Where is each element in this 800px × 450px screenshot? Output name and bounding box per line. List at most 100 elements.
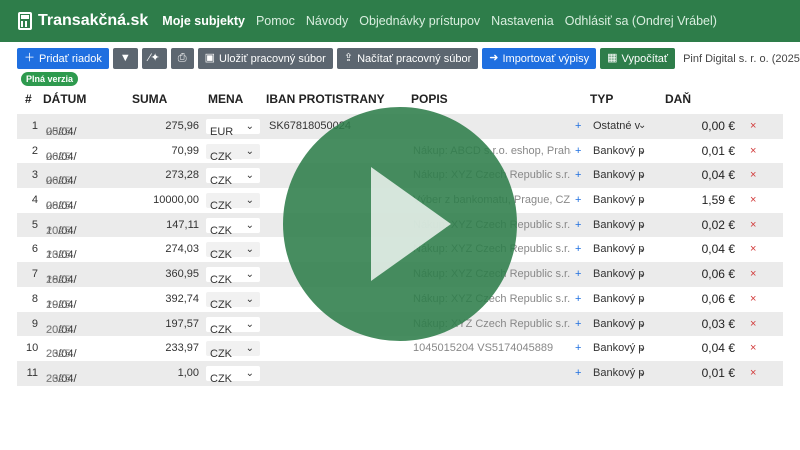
- amount-cell[interactable]: 274,03: [141, 243, 199, 255]
- amount-cell[interactable]: 233,97: [141, 342, 199, 354]
- currency-select[interactable]: CZK ⌄: [206, 242, 260, 261]
- chevron-down-icon: ⌄: [245, 195, 254, 207]
- add-note-icon[interactable]: +: [575, 367, 581, 379]
- header-description: POPIS: [411, 92, 448, 106]
- add-note-icon[interactable]: +: [575, 318, 581, 330]
- play-icon[interactable]: [283, 107, 517, 341]
- filter-button[interactable]: ▼: [112, 48, 138, 69]
- version-badge: Plná verzia: [21, 72, 79, 86]
- chevron-down-icon: ⌄: [638, 268, 647, 280]
- amount-cell[interactable]: 10000,00: [141, 194, 199, 206]
- add-note-icon[interactable]: +: [575, 120, 581, 132]
- add-note-icon[interactable]: +: [575, 194, 581, 206]
- tax-cell: 0,06 €: [701, 291, 735, 306]
- chevron-down-icon: ⌄: [638, 317, 647, 329]
- tax-cell: 0,04 €: [701, 168, 735, 183]
- add-note-icon[interactable]: +: [575, 243, 581, 255]
- amount-cell[interactable]: 360,95: [141, 268, 199, 280]
- header-type: TYP: [590, 92, 614, 106]
- row-number: 11: [26, 366, 38, 379]
- brand-name: Transakčná.sk: [38, 12, 149, 29]
- tax-cell: 1,59 €: [701, 193, 735, 208]
- add-row-button[interactable]: ＋ Pridať riadok: [17, 48, 109, 69]
- chevron-down-icon: ⌄: [245, 219, 254, 231]
- chevron-down-icon: ⌄: [638, 120, 647, 131]
- calculator-icon: [18, 12, 32, 30]
- delete-row-icon[interactable]: ×: [750, 219, 756, 231]
- nav-link-logout[interactable]: Odhlásiť sa (Ondrej Vrábel): [565, 14, 717, 28]
- save-file-button[interactable]: ▣ Uložiť pracovný súbor: [197, 48, 333, 69]
- printer-icon: ⎙: [177, 52, 187, 64]
- delete-row-icon[interactable]: ×: [750, 194, 756, 206]
- upload-icon: ⇪: [343, 52, 354, 64]
- currency-select[interactable]: CZK ⌄: [206, 143, 260, 163]
- delete-row-icon[interactable]: ×: [750, 318, 756, 330]
- nav-link-settings[interactable]: Nastavenia: [491, 14, 554, 28]
- row-number: 4: [31, 194, 38, 207]
- currency-select[interactable]: CZK ⌄: [206, 341, 260, 360]
- delete-row-icon[interactable]: ×: [750, 169, 756, 181]
- table-row: 11 23/04/2025 1,00 CZK ⌄ + Bankový p ⌄ 0,01 € ×: [17, 360, 783, 386]
- amount-cell[interactable]: 1,00: [141, 367, 199, 379]
- header-amount: SUMA: [132, 92, 168, 106]
- description-cell[interactable]: 1045015204 VS5174045889: [413, 342, 571, 354]
- print-button[interactable]: ⎙: [170, 48, 194, 69]
- currency-select[interactable]: CZK ⌄: [206, 316, 260, 336]
- brand[interactable]: Transakčná.sk: [18, 12, 148, 30]
- load-file-button[interactable]: ⇪ Načítať pracovný súbor: [336, 48, 479, 69]
- row-number: 9: [31, 317, 38, 330]
- chevron-down-icon: ⌄: [245, 367, 254, 379]
- currency-select[interactable]: CZK ⌄: [206, 365, 260, 385]
- tax-cell: 0,02 €: [701, 217, 735, 232]
- chevron-down-icon: ⌄: [638, 144, 647, 156]
- amount-cell[interactable]: 70,99: [141, 145, 199, 157]
- add-note-icon[interactable]: +: [575, 145, 581, 157]
- chevron-down-icon: ⌄: [638, 366, 647, 378]
- tax-cell: 0,00 €: [701, 119, 735, 133]
- row-number: 10: [26, 342, 39, 355]
- currency-select[interactable]: EUR ⌄: [206, 119, 260, 138]
- currency-select[interactable]: CZK ⌄: [206, 217, 260, 237]
- nav-link-orders[interactable]: Objednávky prístupov: [359, 14, 480, 28]
- nav-link-guides[interactable]: Návody: [306, 14, 348, 28]
- currency-select[interactable]: CZK ⌄: [206, 193, 260, 212]
- add-note-icon[interactable]: +: [575, 342, 581, 354]
- calculate-button[interactable]: ▦ Vypočítať: [600, 48, 676, 69]
- add-note-icon[interactable]: +: [575, 169, 581, 181]
- currency-select[interactable]: CZK ⌄: [206, 291, 260, 311]
- row-number: 6: [31, 243, 38, 256]
- delete-row-icon[interactable]: ×: [750, 268, 756, 280]
- magic-wand-button[interactable]: ⁄✦: [141, 48, 167, 69]
- nav-link-subjects[interactable]: Moje subjekty: [162, 14, 245, 28]
- tax-cell: 0,03 €: [701, 316, 735, 331]
- delete-row-icon[interactable]: ×: [750, 367, 756, 379]
- delete-row-icon[interactable]: ×: [750, 342, 756, 354]
- filter-icon: ▼: [119, 52, 131, 64]
- delete-row-icon[interactable]: ×: [750, 293, 756, 305]
- amount-cell[interactable]: 275,96: [141, 120, 199, 132]
- amount-cell[interactable]: 273,28: [141, 169, 199, 181]
- add-note-icon[interactable]: +: [575, 219, 581, 231]
- tax-cell: 0,04 €: [701, 341, 735, 356]
- import-button[interactable]: ➜ Importovať výpisy: [482, 48, 597, 69]
- delete-row-icon[interactable]: ×: [750, 243, 756, 255]
- tax-cell: 0,04 €: [701, 242, 735, 257]
- row-number: 2: [31, 144, 38, 157]
- currency-select[interactable]: CZK ⌄: [206, 267, 260, 286]
- currency-select[interactable]: CZK ⌄: [206, 168, 260, 187]
- chevron-down-icon: ⌄: [245, 244, 254, 256]
- chevron-down-icon: ⌄: [638, 194, 647, 206]
- calculator-icon: ▦: [607, 52, 618, 64]
- delete-row-icon[interactable]: ×: [750, 120, 756, 132]
- amount-cell[interactable]: 147,11: [141, 219, 199, 231]
- header-num: #: [25, 92, 32, 106]
- row-number: 8: [31, 292, 38, 305]
- amount-cell[interactable]: 197,57: [141, 318, 199, 330]
- add-note-icon[interactable]: +: [575, 293, 581, 305]
- amount-cell[interactable]: 392,74: [141, 293, 199, 305]
- delete-row-icon[interactable]: ×: [750, 145, 756, 157]
- chevron-down-icon: ⌄: [638, 243, 647, 255]
- nav-link-help[interactable]: Pomoc: [256, 14, 295, 28]
- add-note-icon[interactable]: +: [575, 268, 581, 280]
- plus-icon: ＋: [24, 52, 35, 64]
